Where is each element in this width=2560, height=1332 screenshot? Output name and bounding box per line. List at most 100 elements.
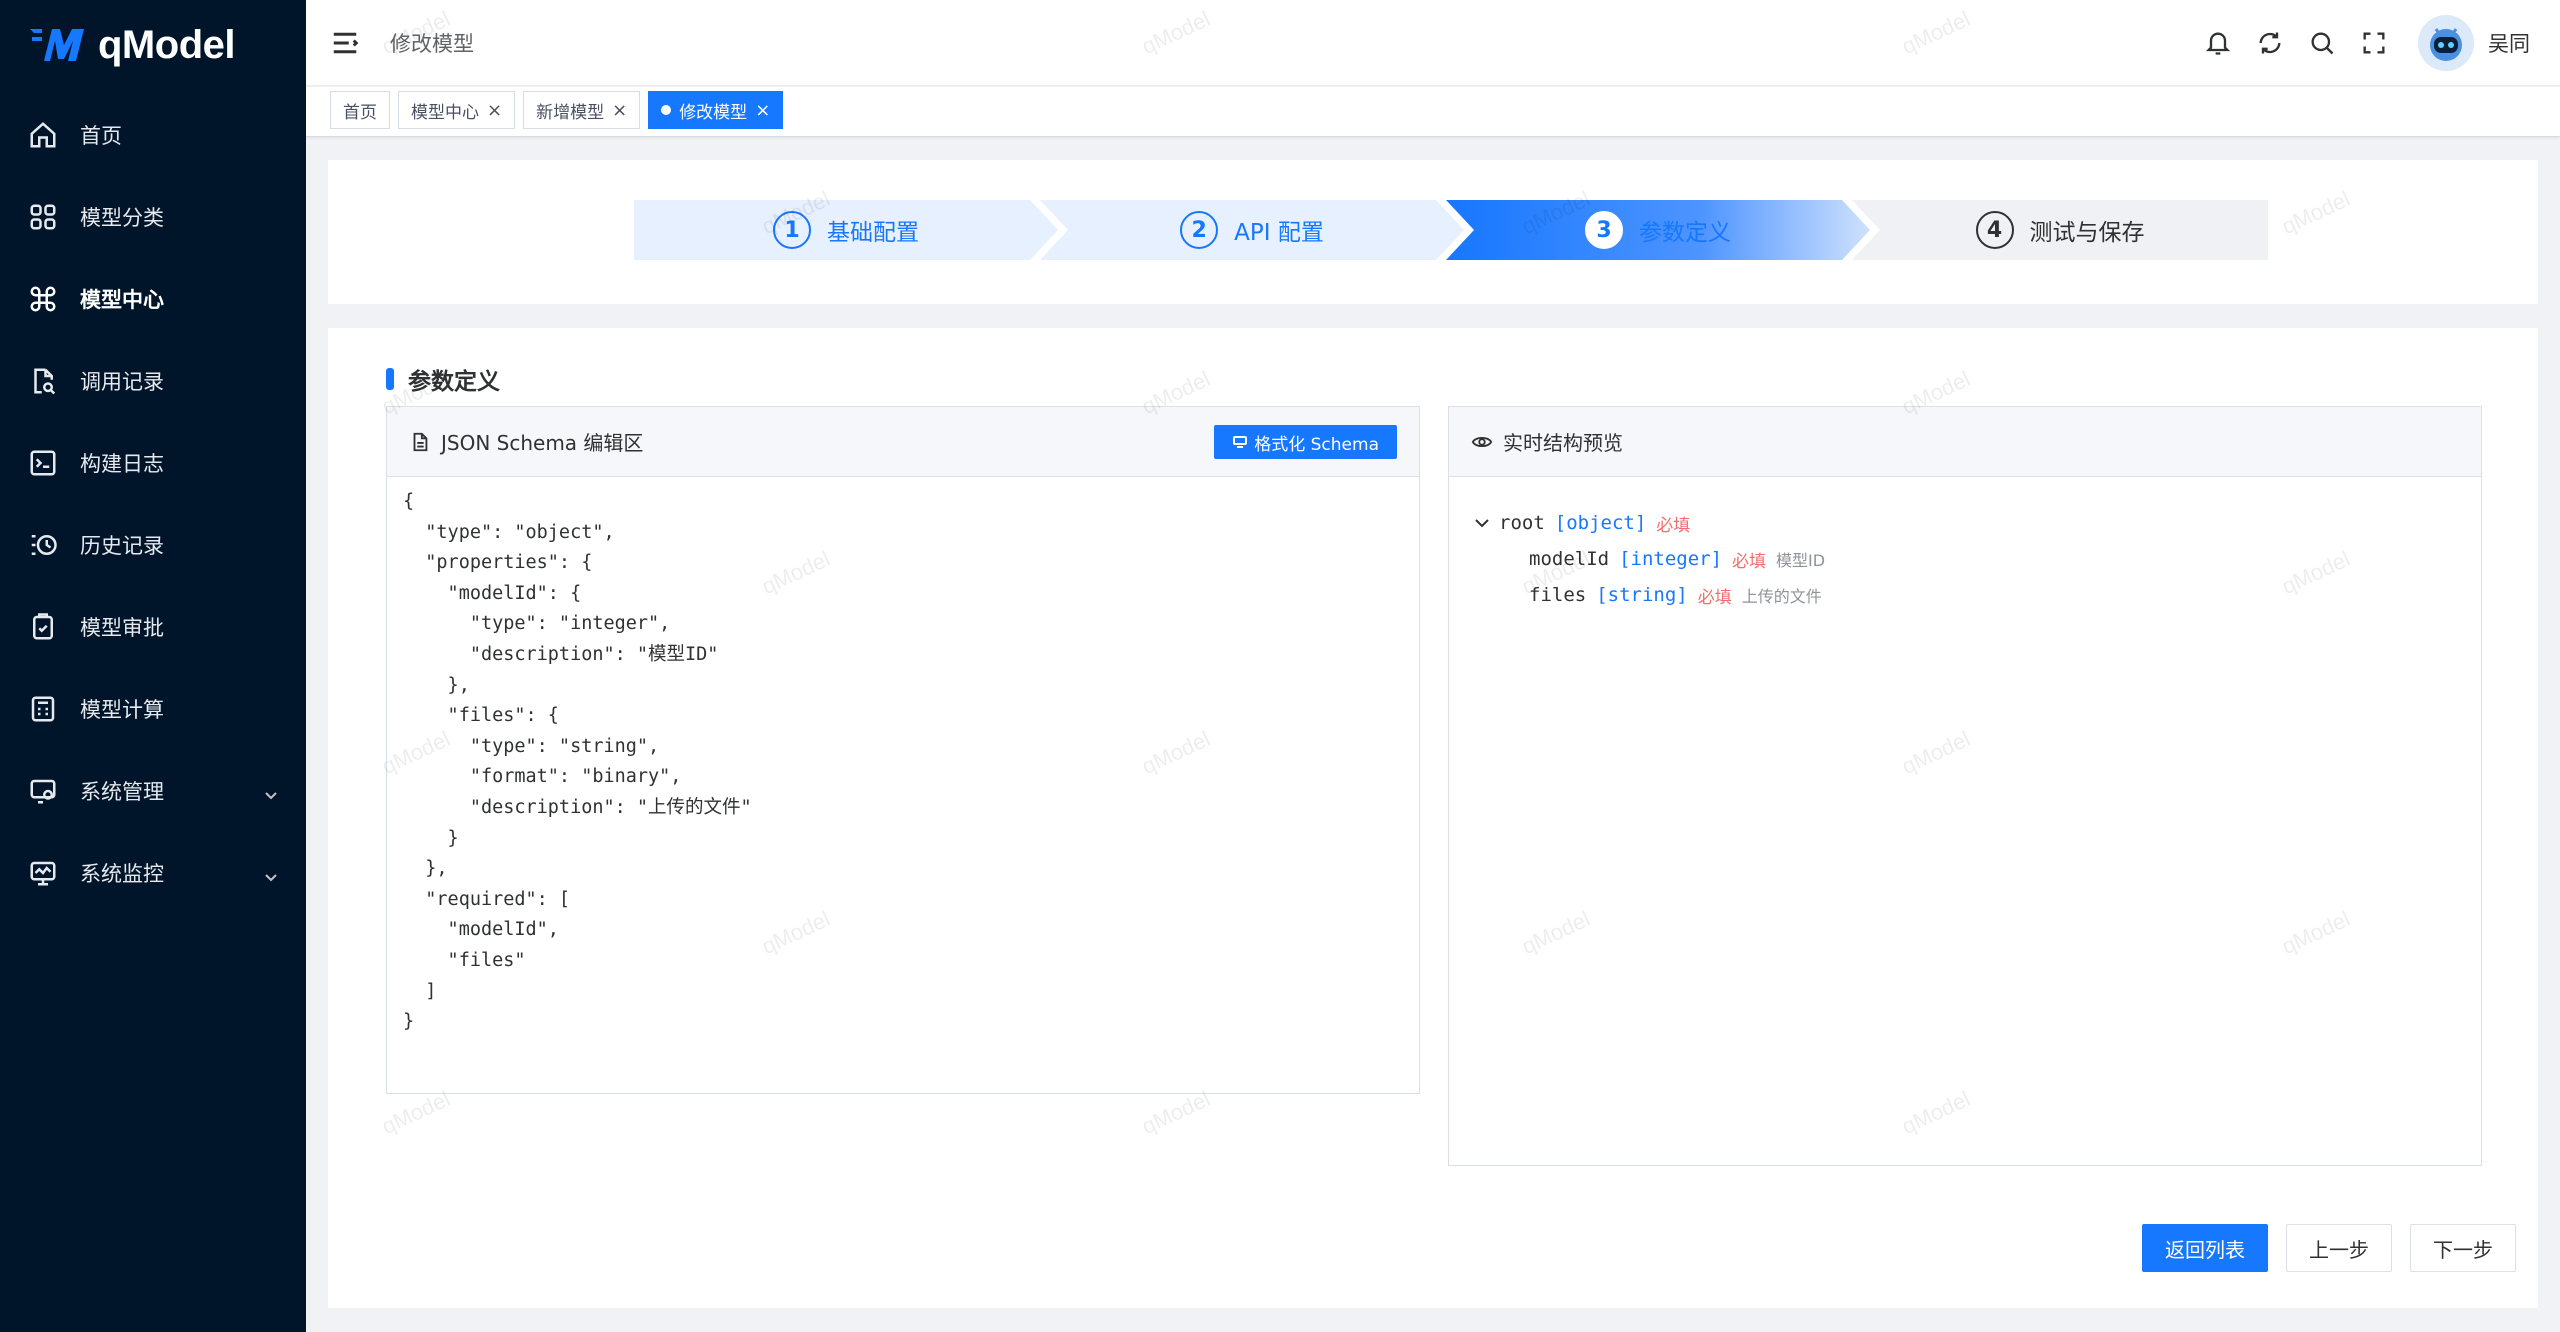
preview-panel-title: 实时结构预览 <box>1503 431 1623 455</box>
step-label: 基础配置 <box>827 220 919 246</box>
node-type: [object] <box>1554 512 1647 534</box>
back-to-list-button[interactable]: 返回列表 <box>2142 1224 2268 1272</box>
tab-model-center[interactable]: 模型中心 × <box>398 91 516 129</box>
chevron-down-icon <box>264 784 277 800</box>
step-param-definition[interactable]: 3 参数定义 <box>1446 200 1870 260</box>
tree-node-files[interactable]: files [string] 必填 上传的文件 <box>1473 577 1825 613</box>
tab-home[interactable]: 首页 <box>330 91 390 129</box>
sidebar-item-label: 模型审批 <box>80 616 164 640</box>
close-icon[interactable]: × <box>755 100 770 121</box>
node-description: 上传的文件 <box>1741 587 1822 606</box>
next-step-button[interactable]: 下一步 <box>2410 1224 2516 1272</box>
sidebar-item-label: 首页 <box>80 124 122 148</box>
schema-editor-panel: JSON Schema 编辑区 格式化 Schema { "type": "ob… <box>386 406 1420 1094</box>
sidebar-item-build-logs[interactable]: 构建日志 <box>0 422 306 504</box>
breadcrumb: 修改模型 <box>390 32 474 56</box>
file-search-icon <box>28 366 58 396</box>
step-number: 3 <box>1585 211 1623 249</box>
close-icon[interactable]: × <box>612 100 627 121</box>
clipboard-check-icon <box>28 612 58 642</box>
tree-node-modelId[interactable]: modelId [integer] 必填 模型ID <box>1473 541 1825 577</box>
sidebar-item-home[interactable]: 首页 <box>0 94 306 176</box>
tags-view-bar: 首页 模型中心 × 新增模型 × 修改模型 × <box>306 87 2560 137</box>
sidebar-item-label: 系统监控 <box>80 862 164 886</box>
grid-icon <box>28 202 58 232</box>
robot-avatar-icon <box>2430 28 2462 61</box>
sidebar-item-label: 模型中心 <box>80 288 164 312</box>
node-type: [string] <box>1596 584 1688 606</box>
bell-icon[interactable] <box>2200 25 2236 61</box>
preview-panel-header: 实时结构预览 <box>1449 407 2481 477</box>
step-label: 参数定义 <box>1639 220 1731 246</box>
format-button-label: 格式化 Schema <box>1254 434 1379 455</box>
active-dot-icon <box>661 105 672 115</box>
step-label: API 配置 <box>1234 220 1324 246</box>
monitor-chart-icon <box>28 858 58 888</box>
node-required-tag: 必填 <box>1732 551 1767 572</box>
node-key: modelId <box>1529 548 1610 570</box>
sidebar-item-system-management[interactable]: 系统管理 <box>0 750 306 832</box>
sidebar-menu: 首页 模型分类 模型中心 调用记录 构建日志 历史记录 模型审批 模型计算 系统… <box>0 94 306 914</box>
tab-label: 修改模型 <box>679 102 748 123</box>
node-type: [integer] <box>1619 548 1723 570</box>
sidebar: qModel 首页 模型分类 模型中心 调用记录 构建日志 历史记录 模型审批 … <box>0 0 306 1332</box>
step-basic-config[interactable]: 1 基础配置 <box>634 200 1058 260</box>
sidebar-item-model-category[interactable]: 模型分类 <box>0 176 306 258</box>
step-indicator: 1 基础配置 2 API 配置 3 参数定义 4 测试与保存 <box>634 200 2268 260</box>
node-key: root <box>1499 512 1545 534</box>
json-schema-editor[interactable]: { "type": "object", "properties": { "mod… <box>387 477 1419 1093</box>
history-icon <box>28 530 58 560</box>
top-header: 修改模型 吴同 <box>306 0 2560 86</box>
title-accent-bar <box>386 368 394 390</box>
avatar[interactable] <box>2418 15 2474 71</box>
sidebar-item-label: 历史记录 <box>80 534 164 558</box>
format-schema-button[interactable]: 格式化 Schema <box>1214 425 1397 459</box>
sidebar-item-label: 构建日志 <box>80 452 164 476</box>
sidebar-item-call-records[interactable]: 调用记录 <box>0 340 306 422</box>
tree-node-root[interactable]: root [object] 必填 <box>1473 505 1825 541</box>
tab-label: 首页 <box>343 102 377 123</box>
terminal-icon <box>28 448 58 478</box>
format-icon <box>1232 434 1248 450</box>
tab-edit-model[interactable]: 修改模型 × <box>648 91 784 129</box>
step-footer-actions: 返回列表 上一步 下一步 <box>2124 1224 2516 1272</box>
fullscreen-icon[interactable] <box>2356 25 2392 61</box>
tab-add-model[interactable]: 新增模型 × <box>523 91 641 129</box>
home-icon <box>28 120 58 150</box>
close-icon[interactable]: × <box>487 100 502 121</box>
structure-preview-panel: 实时结构预览 root [object] 必填 modelId [integer… <box>1448 406 2482 1166</box>
sidebar-item-model-center[interactable]: 模型中心 <box>0 258 306 340</box>
node-required-tag: 必填 <box>1656 515 1691 536</box>
tab-label: 模型中心 <box>411 102 479 123</box>
app-logo[interactable]: qModel <box>0 0 306 90</box>
document-icon <box>409 431 431 453</box>
param-definition-card: 参数定义 JSON Schema 编辑区 格式化 Schema { "type"… <box>328 328 2538 1308</box>
menu-toggle-icon[interactable] <box>330 28 360 58</box>
calculator-icon <box>28 694 58 724</box>
refresh-icon[interactable] <box>2252 25 2288 61</box>
section-title: 参数定义 <box>386 362 500 396</box>
sidebar-item-model-approval[interactable]: 模型审批 <box>0 586 306 668</box>
username[interactable]: 吴同 <box>2488 28 2530 58</box>
step-test-save[interactable]: 4 测试与保存 <box>1852 200 2268 260</box>
chevron-down-icon[interactable] <box>1473 514 1491 532</box>
sidebar-item-label: 模型分类 <box>80 206 164 230</box>
search-icon[interactable] <box>2304 25 2340 61</box>
sidebar-item-label: 系统管理 <box>80 780 164 804</box>
settings-monitor-icon <box>28 776 58 806</box>
step-number: 4 <box>1975 211 2014 249</box>
node-required-tag: 必填 <box>1697 587 1732 608</box>
steps-card: 1 基础配置 2 API 配置 3 参数定义 4 测试与保存 <box>328 160 2538 304</box>
command-icon <box>28 284 58 314</box>
sidebar-item-model-compute[interactable]: 模型计算 <box>0 668 306 750</box>
app-name: qModel <box>98 22 235 67</box>
schema-tree: root [object] 必填 modelId [integer] 必填 模型… <box>1473 505 1825 613</box>
sidebar-item-history[interactable]: 历史记录 <box>0 504 306 586</box>
header-actions: 吴同 <box>2184 14 2530 72</box>
section-title-text: 参数定义 <box>408 369 500 395</box>
prev-step-button[interactable]: 上一步 <box>2286 1224 2392 1272</box>
step-api-config[interactable]: 2 API 配置 <box>1040 200 1464 260</box>
node-description: 模型ID <box>1776 551 1826 570</box>
sidebar-item-system-monitor[interactable]: 系统监控 <box>0 832 306 914</box>
chevron-down-icon <box>264 866 277 882</box>
